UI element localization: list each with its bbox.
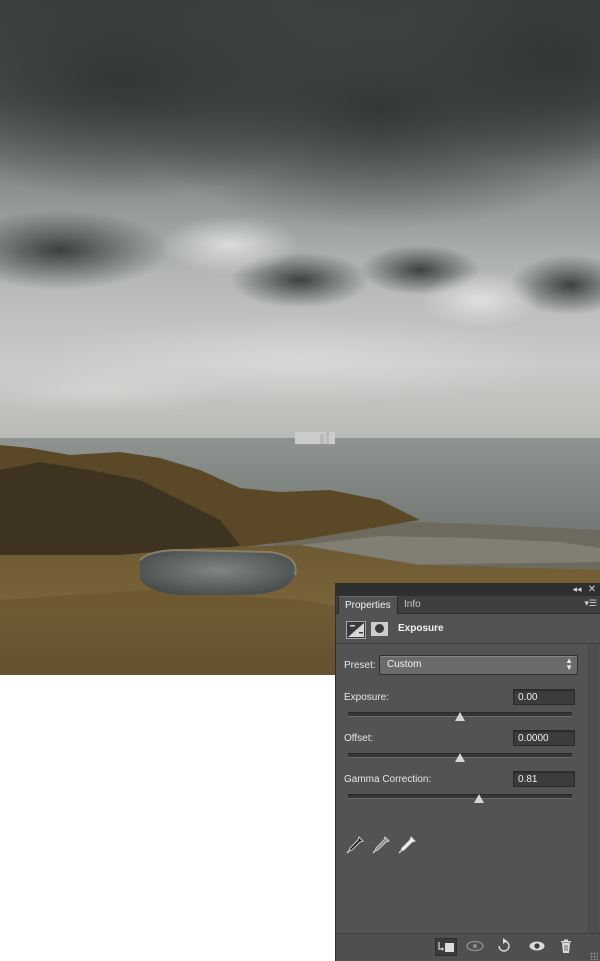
exposure-adjustment-icon[interactable]: [346, 621, 366, 639]
gamma-correction-label: Gamma Correction:: [344, 774, 432, 785]
offset-value-field[interactable]: 0.0000: [513, 730, 575, 746]
offset-label: Offset:: [344, 733, 374, 744]
panel-footer: [336, 933, 600, 961]
visibility-icon[interactable]: [526, 938, 548, 956]
exposure-slider-thumb[interactable]: [455, 712, 465, 721]
adjustment-title: Exposure: [398, 623, 444, 634]
canvas-photo[interactable]: [0, 0, 600, 675]
close-panel-icon[interactable]: ✕: [585, 583, 599, 596]
preset-label: Preset:: [344, 660, 376, 671]
tab-properties[interactable]: Properties: [338, 596, 398, 614]
landscape-image: [0, 0, 600, 675]
layer-mask-icon[interactable]: [371, 622, 388, 636]
dropdown-arrows-icon: ▲ ▼: [565, 656, 573, 672]
gamma-slider-thumb[interactable]: [474, 794, 485, 803]
panel-title-bar[interactable]: ◂◂ ✕: [336, 583, 600, 596]
properties-panel: ◂◂ ✕ Properties Info ▾☰ Exposure Preset:…: [336, 583, 600, 961]
tab-info[interactable]: Info: [398, 596, 427, 613]
panel-tab-row: Properties Info ▾☰: [336, 596, 600, 614]
gamma-correction-value-field[interactable]: 0.81: [513, 771, 575, 787]
adjustment-header: Exposure: [336, 614, 600, 644]
offset-slider-thumb[interactable]: [455, 753, 465, 762]
view-previous-state-icon[interactable]: [464, 938, 486, 956]
panel-menu-icon[interactable]: ▾☰: [584, 598, 597, 609]
white-point-eyedropper-icon[interactable]: [397, 835, 417, 855]
gray-point-eyedropper-icon[interactable]: [371, 835, 391, 855]
reset-icon[interactable]: [493, 938, 515, 956]
exposure-label: Exposure:: [344, 692, 390, 703]
collapse-panel-icon[interactable]: ◂◂: [570, 583, 584, 596]
preset-dropdown[interactable]: Custom ▲ ▼: [379, 655, 578, 675]
gamma-slider-track[interactable]: [348, 794, 572, 799]
clip-to-layer-icon[interactable]: [435, 938, 457, 956]
panel-scrollbar[interactable]: [588, 645, 599, 933]
workspace: ◂◂ ✕ Properties Info ▾☰ Exposure Preset:…: [0, 0, 600, 961]
exposure-value-field[interactable]: 0.00: [513, 689, 575, 705]
black-point-eyedropper-icon[interactable]: [345, 835, 365, 855]
resize-grip-icon[interactable]: [590, 952, 598, 960]
preset-value: Custom: [387, 659, 422, 670]
delete-icon[interactable]: [555, 938, 577, 956]
